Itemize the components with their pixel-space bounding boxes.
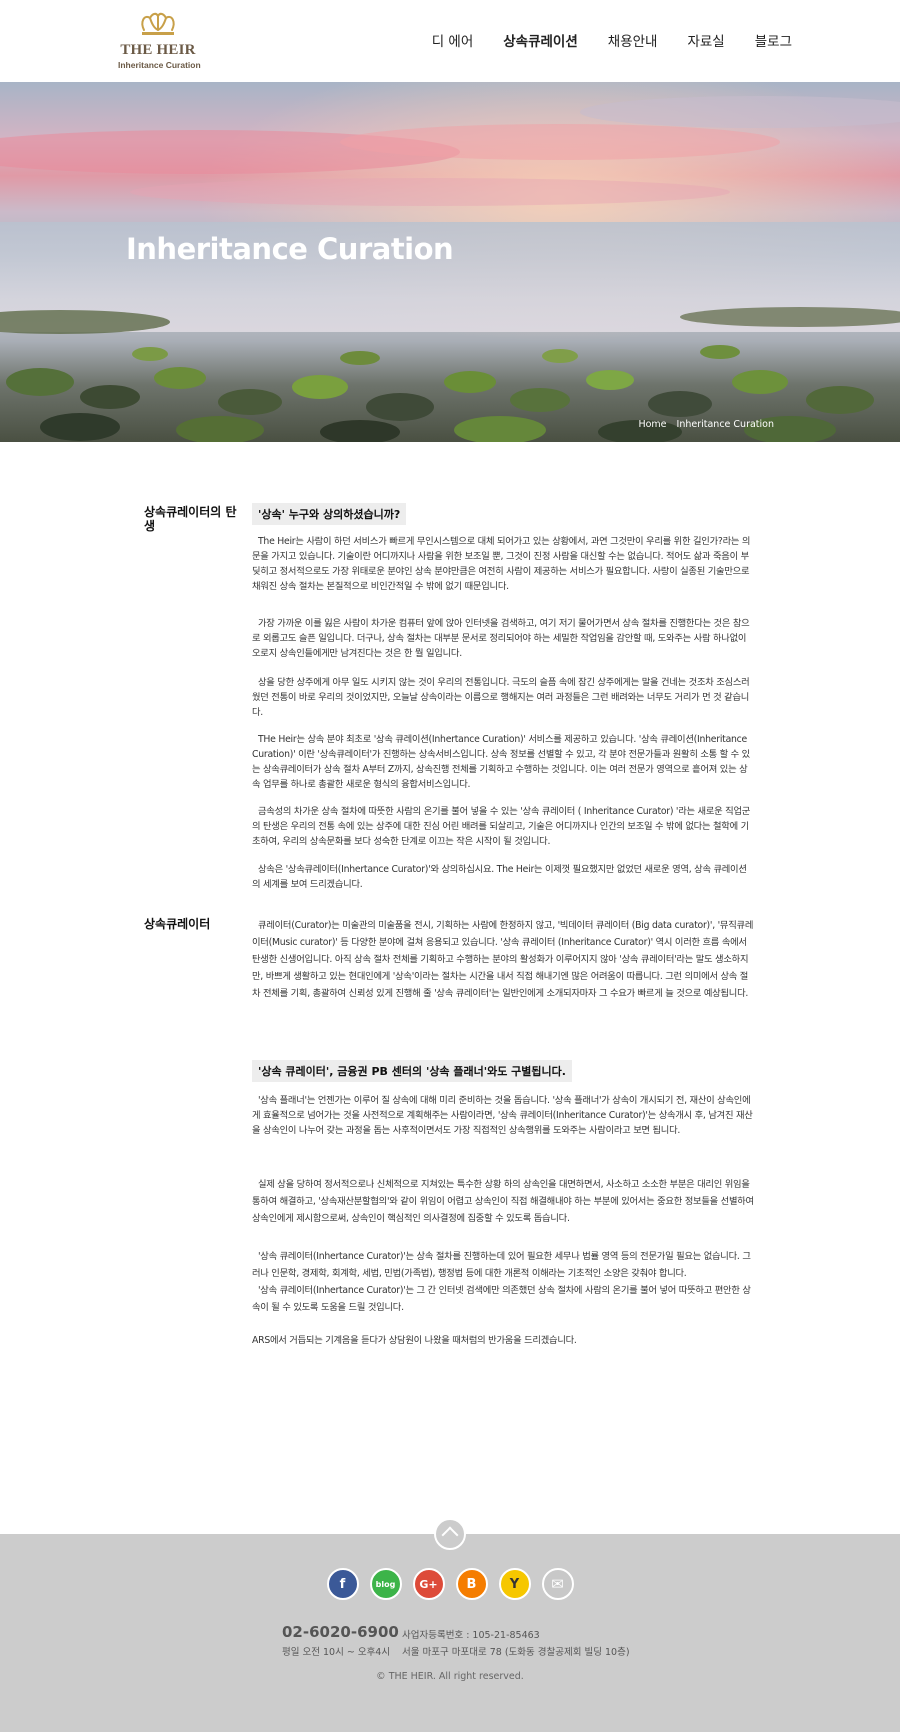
paragraph: The Heir는 사람이 하던 서비스가 빠르게 무인시스템으로 대체 되어가… xyxy=(252,536,751,592)
paragraph: '상속 플래너'는 언젠가는 이루어 질 상속에 대해 미리 준비하는 것을 돕… xyxy=(252,1095,753,1136)
facebook-icon[interactable]: f xyxy=(326,1568,359,1600)
hero-title: Inheritance Curation xyxy=(126,232,454,266)
nav-item-resources[interactable]: 자료실 xyxy=(687,30,724,50)
breadcrumb-current: Inheritance Curation xyxy=(676,419,774,430)
social-links: f blog G+ B Y ✉ xyxy=(0,1568,900,1600)
paragraph: '상속 큐레이터(Inhertance Curator)'는 상속 절차를 진행… xyxy=(252,1251,751,1279)
paragraph: '상속 큐레이터(Inhertance Curator)'는 그 간 인터넷 검… xyxy=(252,1285,751,1313)
hero-banner: Inheritance Curation Home Inheritance Cu… xyxy=(0,82,900,442)
paragraph: 금속성의 차가운 상속 절차에 따뜻한 사람의 온기를 불어 넣을 수 있는 '… xyxy=(252,806,751,847)
chevron-up-icon xyxy=(441,1526,459,1544)
site-header: THE HEIR Inheritance Curation 디 에어 상속큐레이… xyxy=(0,0,900,82)
footer-copyright: © THE HEIR. All right reserved. xyxy=(376,1671,524,1682)
paragraph: THe Heir는 상속 분야 최초로 '상속 큐레이션(Inhertance … xyxy=(252,734,750,790)
section-label: 상속큐레이터의 탄생 xyxy=(144,505,237,533)
footer-business-number: 사업자등록번호 : 105-21-85463 xyxy=(402,1630,540,1641)
paragraph: 큐레이터(Curator)는 미술관의 미술품을 전시, 기획하는 사람에 한정… xyxy=(252,920,754,999)
section-headline: '상속' 누구와 상의하셨습니까? xyxy=(252,503,407,525)
nav-item-about[interactable]: 디 에어 xyxy=(432,30,474,50)
breadcrumb: Home Inheritance Curation xyxy=(638,419,774,430)
yellow-id-icon[interactable]: Y xyxy=(498,1568,531,1600)
nav-item-recruitment[interactable]: 채용안내 xyxy=(608,30,658,50)
logo-title: THE HEIR xyxy=(120,42,196,58)
breadcrumb-home-link[interactable]: Home xyxy=(638,419,666,430)
footer-address: 서울 마포구 마포대로 78 (도화동 경찰공제회 빌딩 10층) xyxy=(402,1647,630,1658)
section-body: '상속' 누구와 상의하셨습니까? The Heir는 사람이 하던 서비스가 … xyxy=(252,503,754,890)
blogger-icon[interactable]: B xyxy=(455,1568,488,1600)
footer-hours: 평일 오전 10시 ~ 오후4시 xyxy=(282,1647,391,1658)
nav-item-blog[interactable]: 블로그 xyxy=(755,30,792,50)
section-label: 상속큐레이터 xyxy=(144,917,211,931)
naver-blog-icon[interactable]: blog xyxy=(369,1568,402,1600)
paragraph: 상을 당한 상주에게 아무 일도 시키지 않는 것이 우리의 전통입니다. 극도… xyxy=(252,677,750,718)
main-nav: 디 에어 상속큐레이션 채용안내 자료실 블로그 xyxy=(432,30,792,50)
paragraph: 실제 상을 당하여 정서적으로나 신체적으로 지쳐있는 특수한 상황 하의 상속… xyxy=(252,1179,754,1224)
paragraph: 가장 가까운 이를 잃은 사람이 차가운 컴퓨터 앞에 앉아 인터넷을 검색하고… xyxy=(252,618,750,659)
logo-subtitle: Inheritance Curation xyxy=(118,60,201,70)
nav-item-inheritance-curation[interactable]: 상속큐레이션 xyxy=(503,30,578,50)
crown-logo-icon xyxy=(141,12,175,35)
mail-icon[interactable]: ✉ xyxy=(541,1568,574,1600)
paragraph: 상속은 '상속큐레이터(Inhertance Curator)'와 상의하십시요… xyxy=(252,864,747,890)
google-plus-icon[interactable]: G+ xyxy=(412,1568,445,1600)
paragraph: ARS에서 거듭되는 기계음을 듣다가 상담원이 나왔을 때처럼의 반가움을 드… xyxy=(252,1335,577,1346)
site-logo[interactable]: THE HEIR Inheritance Curation xyxy=(118,8,201,76)
footer-phone[interactable]: 02-6020-6900 xyxy=(282,1623,399,1641)
section-headline: '상속 큐레이터', 금융권 PB 센터의 '상속 플래너'와도 구별됩니다. xyxy=(252,1060,572,1082)
scroll-to-top-button[interactable] xyxy=(434,1518,466,1550)
